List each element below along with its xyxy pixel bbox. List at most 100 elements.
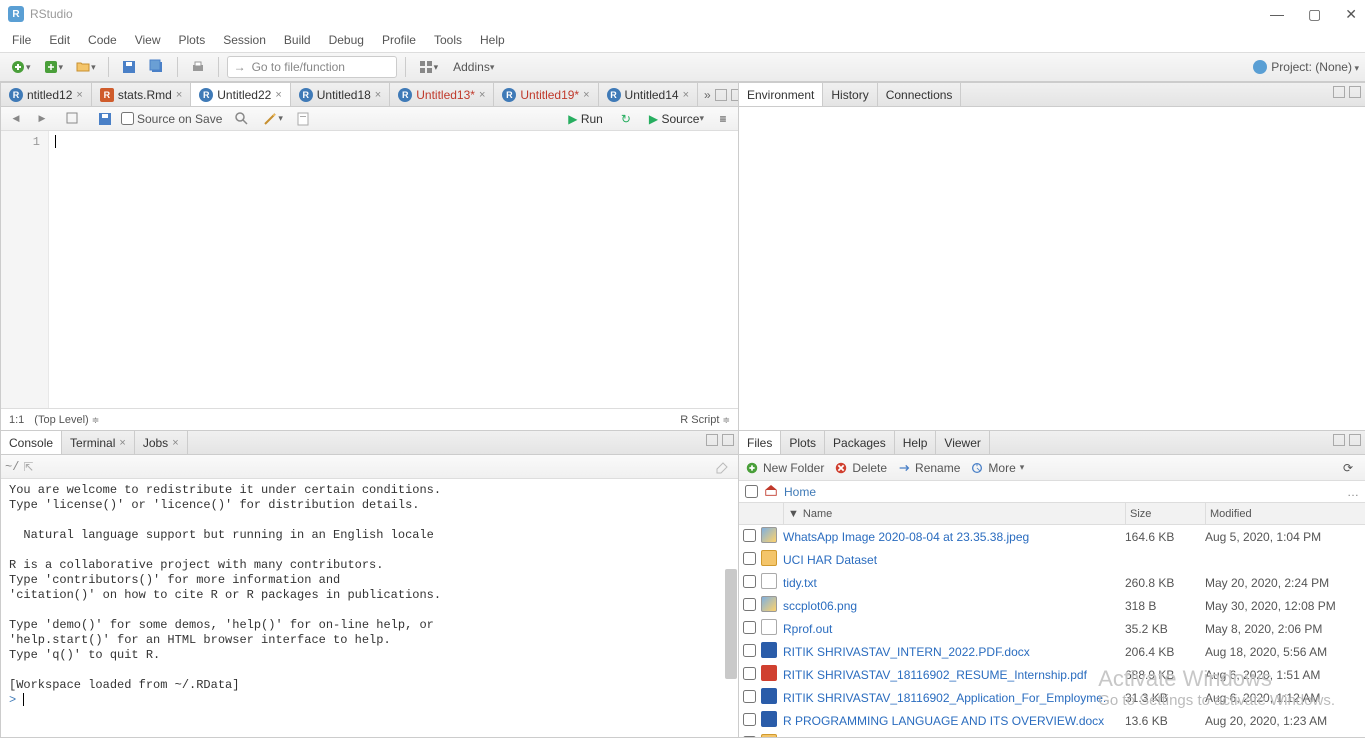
- clear-console-button[interactable]: [710, 456, 734, 478]
- delete-button[interactable]: Delete: [834, 461, 887, 475]
- run-button[interactable]: ▶ Run: [564, 108, 607, 130]
- close-tab-icon[interactable]: ×: [275, 89, 281, 101]
- addins-menu[interactable]: Addins: [446, 56, 501, 78]
- file-row[interactable]: Rprof.out35.2 KBMay 8, 2020, 2:06 PM: [739, 617, 1365, 640]
- show-in-new-button[interactable]: [61, 108, 85, 130]
- env-tab-history[interactable]: History: [823, 83, 877, 106]
- files-tab-viewer[interactable]: Viewer: [936, 431, 989, 454]
- file-name[interactable]: WhatsApp Image 2020-08-04 at 23.35.38.jp…: [783, 530, 1125, 544]
- file-checkbox[interactable]: [743, 690, 756, 703]
- maximize-pane-icon[interactable]: [731, 89, 738, 101]
- console-tab-console[interactable]: Console: [1, 431, 62, 454]
- maximize-pane-icon[interactable]: [722, 434, 734, 446]
- env-tab-connections[interactable]: Connections: [878, 83, 962, 106]
- file-checkbox[interactable]: [743, 598, 756, 611]
- select-all-checkbox[interactable]: [745, 485, 758, 498]
- col-size[interactable]: Size: [1125, 503, 1205, 524]
- source-button[interactable]: ▶ Source: [645, 108, 708, 130]
- menu-plots[interactable]: Plots: [179, 33, 206, 47]
- menu-profile[interactable]: Profile: [382, 33, 416, 47]
- refresh-button[interactable]: ⟳: [1337, 457, 1359, 479]
- save-button[interactable]: [117, 56, 141, 78]
- menu-edit[interactable]: Edit: [49, 33, 70, 47]
- menu-file[interactable]: File: [12, 33, 31, 47]
- window-close-button[interactable]: ✕: [1345, 6, 1357, 23]
- file-name[interactable]: sccplot06.png: [783, 599, 1125, 613]
- more-button[interactable]: More: [970, 461, 1024, 475]
- close-tab-icon[interactable]: ×: [76, 89, 82, 101]
- save-button[interactable]: [93, 108, 117, 130]
- file-checkbox[interactable]: [743, 667, 756, 680]
- minimize-pane-icon[interactable]: [715, 89, 727, 101]
- editor-tab[interactable]: RUntitled18×: [291, 83, 390, 106]
- file-row[interactable]: sccplot06.png318 BMay 30, 2020, 12:08 PM: [739, 594, 1365, 617]
- file-name[interactable]: UCI HAR Dataset: [783, 553, 1125, 567]
- wand-button[interactable]: [258, 108, 287, 130]
- minimize-pane-icon[interactable]: [706, 434, 718, 446]
- file-checkbox[interactable]: [743, 644, 756, 657]
- files-tab-packages[interactable]: Packages: [825, 431, 895, 454]
- rename-button[interactable]: Rename: [897, 461, 960, 475]
- files-tab-plots[interactable]: Plots: [781, 431, 825, 454]
- menu-session[interactable]: Session: [223, 33, 266, 47]
- minimize-pane-icon[interactable]: [1333, 86, 1345, 98]
- find-button[interactable]: [230, 108, 254, 130]
- file-row[interactable]: tidy.txt260.8 KBMay 20, 2020, 2:24 PM: [739, 571, 1365, 594]
- close-tab-icon[interactable]: ×: [375, 89, 381, 101]
- file-checkbox[interactable]: [743, 621, 756, 634]
- code-area[interactable]: [49, 131, 738, 408]
- report-button[interactable]: [291, 108, 315, 130]
- back-nav-button[interactable]: ◀: [5, 108, 27, 130]
- file-name[interactable]: RITIK SHRIVASTAV_18116902_RESUME_Interns…: [783, 668, 1125, 682]
- file-name[interactable]: RITIK SHRIVASTAV_INTERN_2022.PDF.docx: [783, 645, 1125, 659]
- grid-button[interactable]: [414, 56, 443, 78]
- file-row[interactable]: R PROGRAMMING LANGUAGE AND ITS OVERVIEW.…: [739, 709, 1365, 732]
- rerun-button[interactable]: ↻: [615, 108, 637, 130]
- col-modified[interactable]: Modified: [1205, 503, 1365, 524]
- editor-body[interactable]: 1: [1, 131, 738, 408]
- console-tab-jobs[interactable]: Jobs×: [135, 431, 188, 454]
- close-tab-icon[interactable]: ×: [176, 89, 182, 101]
- env-tab-environment[interactable]: Environment: [739, 83, 823, 106]
- file-row[interactable]: WhatsApp Image 2020-08-04 at 23.35.38.jp…: [739, 525, 1365, 548]
- file-checkbox[interactable]: [743, 713, 756, 726]
- file-checkbox[interactable]: [743, 575, 756, 588]
- file-checkbox[interactable]: [743, 529, 756, 542]
- print-button[interactable]: [186, 56, 210, 78]
- console-output[interactable]: You are welcome to redistribute it under…: [1, 479, 738, 737]
- file-name[interactable]: tidy.txt: [783, 576, 1125, 590]
- close-tab-icon[interactable]: ×: [479, 89, 485, 101]
- new-folder-button[interactable]: New Folder: [745, 461, 824, 475]
- file-checkbox[interactable]: [743, 736, 756, 738]
- tab-overflow-icon[interactable]: »: [704, 88, 711, 102]
- source-on-save-checkbox[interactable]: Source on Save: [121, 112, 222, 126]
- console-popup-icon[interactable]: ⇱: [23, 460, 33, 474]
- file-name[interactable]: Rprof.out: [783, 622, 1125, 636]
- file-row[interactable]: RITIK SHRIVASTAV_INTERN_2022.PDF.docx206…: [739, 640, 1365, 663]
- menu-debug[interactable]: Debug: [329, 33, 364, 47]
- files-tab-help[interactable]: Help: [895, 431, 937, 454]
- close-tab-icon[interactable]: ×: [119, 437, 125, 449]
- close-tab-icon[interactable]: ×: [583, 89, 589, 101]
- menu-tools[interactable]: Tools: [434, 33, 462, 47]
- file-name[interactable]: R PROGRAMMING LANGUAGE AND ITS OVERVIEW.…: [783, 714, 1125, 728]
- scope-selector[interactable]: (Top Level) ≑: [34, 414, 99, 426]
- maximize-pane-icon[interactable]: [1349, 86, 1361, 98]
- breadcrumb-more[interactable]: …: [1347, 485, 1359, 499]
- window-minimize-button[interactable]: —: [1270, 6, 1284, 23]
- file-checkbox[interactable]: [743, 552, 756, 565]
- editor-tab[interactable]: RUntitled14×: [599, 83, 698, 106]
- minimize-pane-icon[interactable]: [1333, 434, 1345, 446]
- close-tab-icon[interactable]: ×: [683, 89, 689, 101]
- window-maximize-button[interactable]: ▢: [1308, 6, 1321, 23]
- outline-button[interactable]: ≡: [712, 108, 734, 130]
- fwd-nav-button[interactable]: ▶: [31, 108, 53, 130]
- home-icon[interactable]: [764, 483, 778, 500]
- file-row[interactable]: RITIK SHRIVASTAV_18116902_Application_Fo…: [739, 686, 1365, 709]
- menu-code[interactable]: Code: [88, 33, 117, 47]
- editor-tab[interactable]: Rntitled12×: [1, 83, 92, 106]
- menu-view[interactable]: View: [135, 33, 161, 47]
- col-name[interactable]: ▼ Name: [783, 503, 1125, 524]
- file-name[interactable]: RITIK SHRIVASTAV_18116902_Application_Fo…: [783, 691, 1125, 705]
- file-row[interactable]: R: [739, 732, 1365, 737]
